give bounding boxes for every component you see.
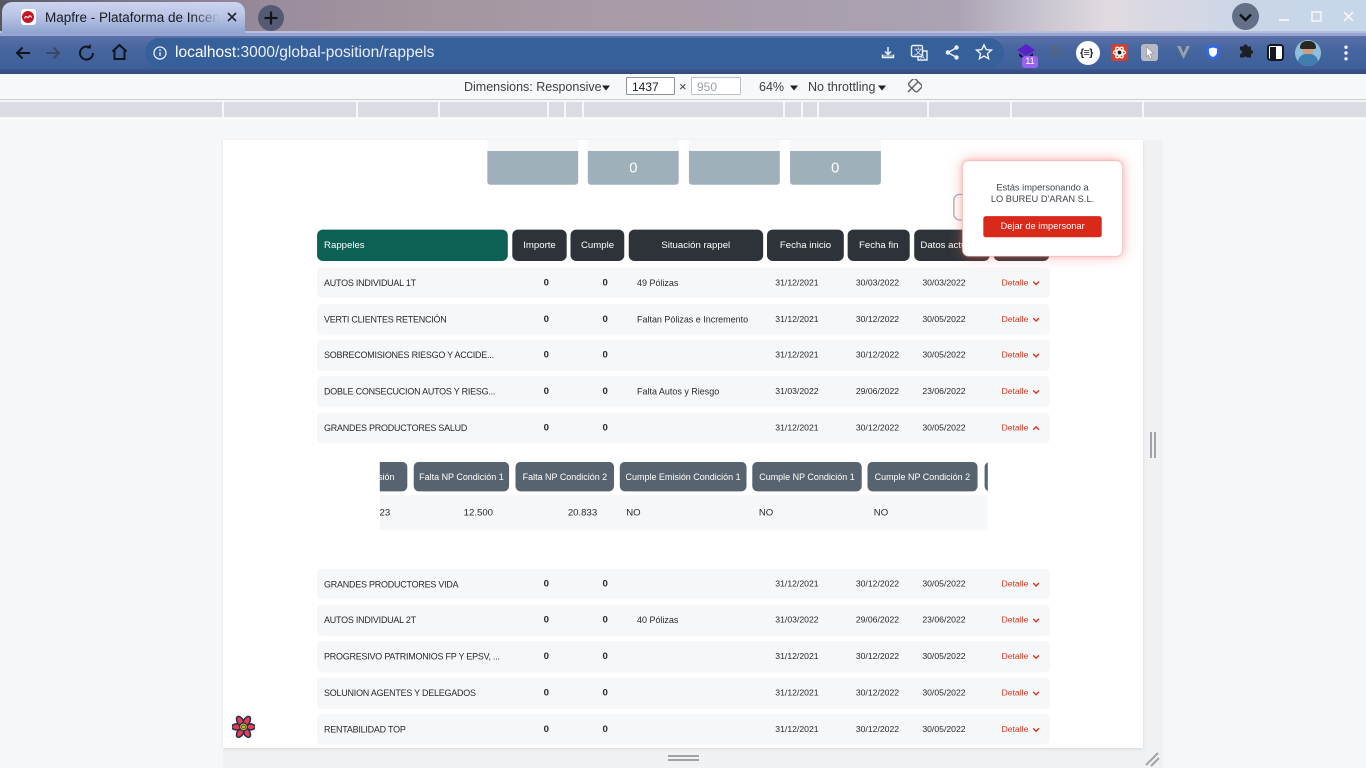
svg-text:A: A — [920, 54, 925, 61]
